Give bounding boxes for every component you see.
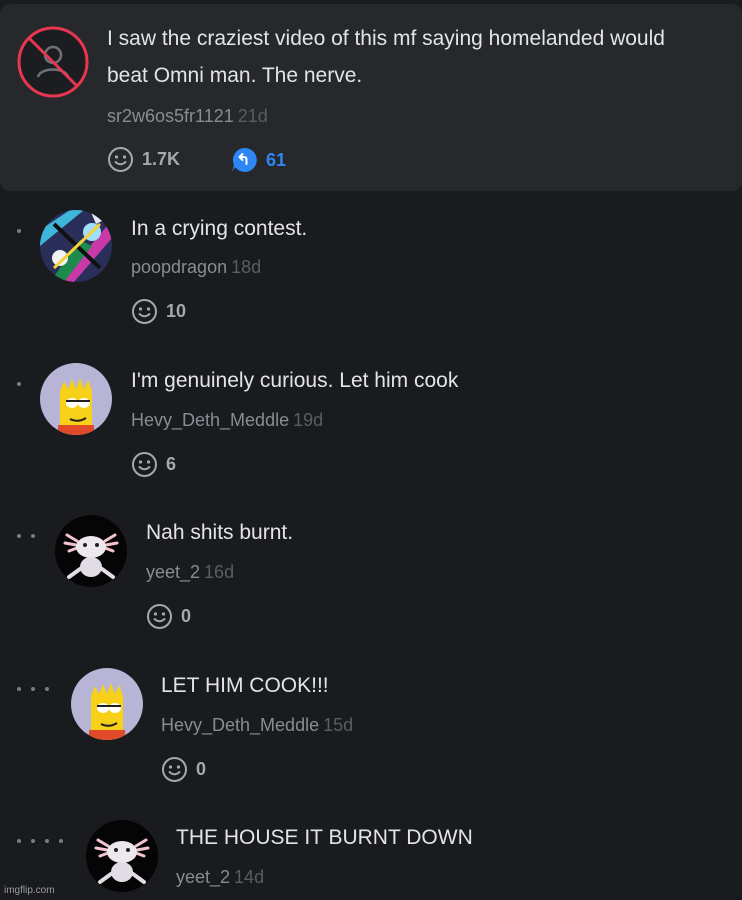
comment-meta: Hevy_Deth_Meddle 15d (161, 713, 353, 737)
comment-text: Nah shits burnt. (146, 521, 294, 544)
comment-text: I'm genuinely curious. Let him cook (131, 369, 459, 392)
comment-meta: yeet_2 14d (176, 865, 264, 889)
post-text-line1: I saw the craziest video of this mf sayi… (107, 27, 665, 50)
axolotl-avatar[interactable] (86, 820, 158, 892)
comment-username[interactable]: yeet_2 (146, 562, 200, 582)
watermark: imgflip.com (4, 885, 55, 896)
smiley-icon (108, 147, 133, 172)
comment-reaction-button[interactable]: 10 (131, 298, 186, 325)
comment-reaction-button[interactable]: 0 (161, 756, 206, 783)
comment-meta: Hevy_Deth_Meddle 19d (131, 408, 323, 432)
post-meta: sr2w6os5fr1121 21d (107, 104, 268, 128)
comment-age: 14d (234, 867, 265, 887)
post-reaction-count: 1.7K (142, 149, 181, 169)
smiley-icon (132, 452, 157, 477)
smiley-icon (162, 757, 187, 782)
smiley-icon (132, 299, 157, 324)
comment-text: LET HIM COOK!!! (161, 674, 329, 697)
thread-depth-dots (17, 229, 21, 233)
comment-age: 18d (231, 257, 262, 277)
post-text-line2: beat Omni man. The nerve. (107, 64, 363, 87)
comment-reaction-count: 0 (196, 759, 207, 779)
thread-depth-dots (17, 534, 35, 538)
bart-avatar[interactable] (71, 668, 143, 740)
blocked-user-icon[interactable] (17, 26, 89, 98)
smiley-icon (147, 604, 172, 629)
comment-username[interactable]: poopdragon (131, 257, 227, 277)
post-reply-button[interactable]: 61 (230, 146, 286, 174)
reply-bubble-icon (232, 147, 257, 172)
bart-avatar[interactable] (40, 363, 112, 435)
comment-username[interactable]: Hevy_Deth_Meddle (131, 410, 289, 430)
comment-text: THE HOUSE IT BURNT DOWN (176, 826, 473, 849)
comment-age: 15d (323, 715, 354, 735)
comment-meta: yeet_2 16d (146, 560, 234, 584)
comment-meta: poopdragon 18d (131, 255, 261, 279)
thread-depth-dots (17, 839, 63, 843)
post-reply-count: 61 (266, 149, 287, 170)
post-username[interactable]: sr2w6os5fr1121 (107, 106, 234, 126)
comment-reaction-count: 10 (166, 301, 187, 321)
comment-reaction-button[interactable]: 6 (131, 451, 176, 478)
comment-reaction-count: 6 (166, 454, 177, 474)
post-reaction-button[interactable]: 1.7K (107, 146, 180, 173)
axolotl-avatar[interactable] (55, 515, 127, 587)
post-age: 21d (237, 106, 268, 126)
comment-age: 19d (293, 410, 324, 430)
thread-depth-dots (17, 687, 49, 691)
comment-text: In a crying contest. (131, 217, 308, 240)
comment-reaction-button[interactable]: 0 (146, 603, 191, 630)
comment-username[interactable]: Hevy_Deth_Meddle (161, 715, 319, 735)
original-post-card: I saw the craziest video of this mf sayi… (0, 4, 742, 191)
graffiti-avatar[interactable] (40, 210, 112, 282)
comment-age: 16d (204, 562, 235, 582)
thread-depth-dots (17, 382, 21, 386)
comment-username[interactable]: yeet_2 (176, 867, 230, 887)
comment-reaction-count: 0 (181, 606, 192, 626)
